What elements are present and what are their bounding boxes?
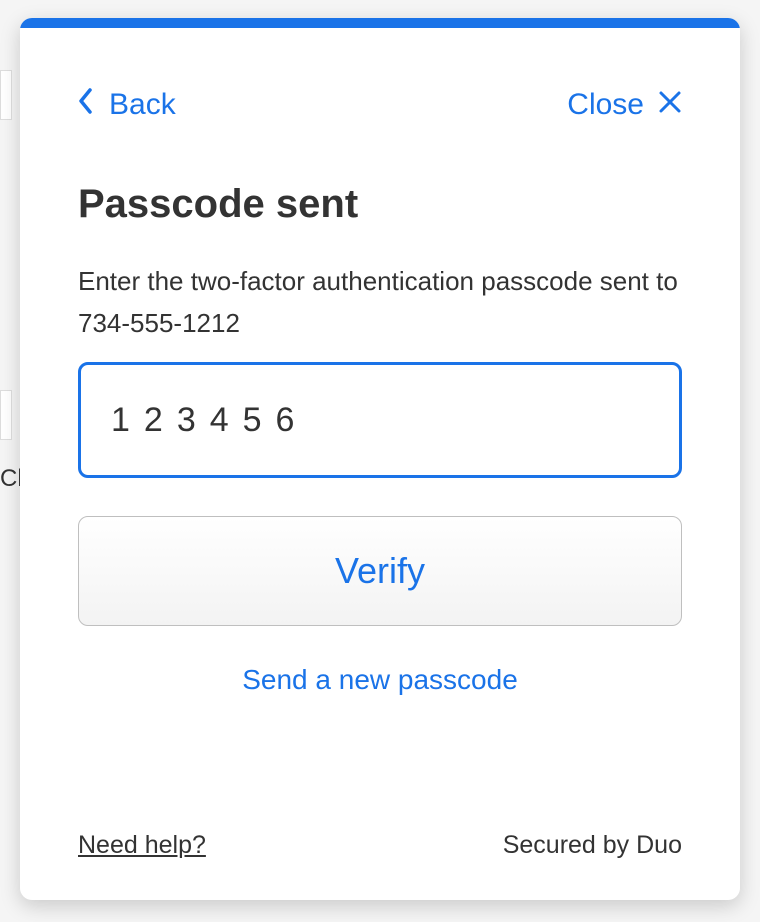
help-link[interactable]: Need help? — [78, 831, 206, 860]
modal-content: Back Close Passcode sent Enter the two-f… — [20, 28, 740, 900]
chevron-left-icon — [78, 88, 93, 122]
page-title: Passcode sent — [78, 182, 682, 227]
resend-passcode-link[interactable]: Send a new passcode — [78, 664, 682, 696]
close-icon — [658, 88, 682, 122]
verify-button[interactable]: Verify — [78, 516, 682, 626]
passcode-input[interactable] — [78, 362, 682, 478]
modal-footer: Need help? Secured by Duo — [78, 831, 682, 860]
close-label: Close — [567, 88, 644, 122]
modal-accent-bar — [20, 18, 740, 28]
bg-element — [0, 70, 12, 120]
back-button[interactable]: Back — [78, 88, 176, 122]
instruction-text: Enter the two-factor authentication pass… — [78, 261, 682, 344]
bg-element — [0, 390, 12, 440]
close-button[interactable]: Close — [567, 88, 682, 122]
back-label: Back — [109, 88, 176, 122]
secured-by-label: Secured by Duo — [503, 831, 682, 860]
modal-header: Back Close — [78, 88, 682, 122]
passcode-modal: Back Close Passcode sent Enter the two-f… — [20, 18, 740, 900]
